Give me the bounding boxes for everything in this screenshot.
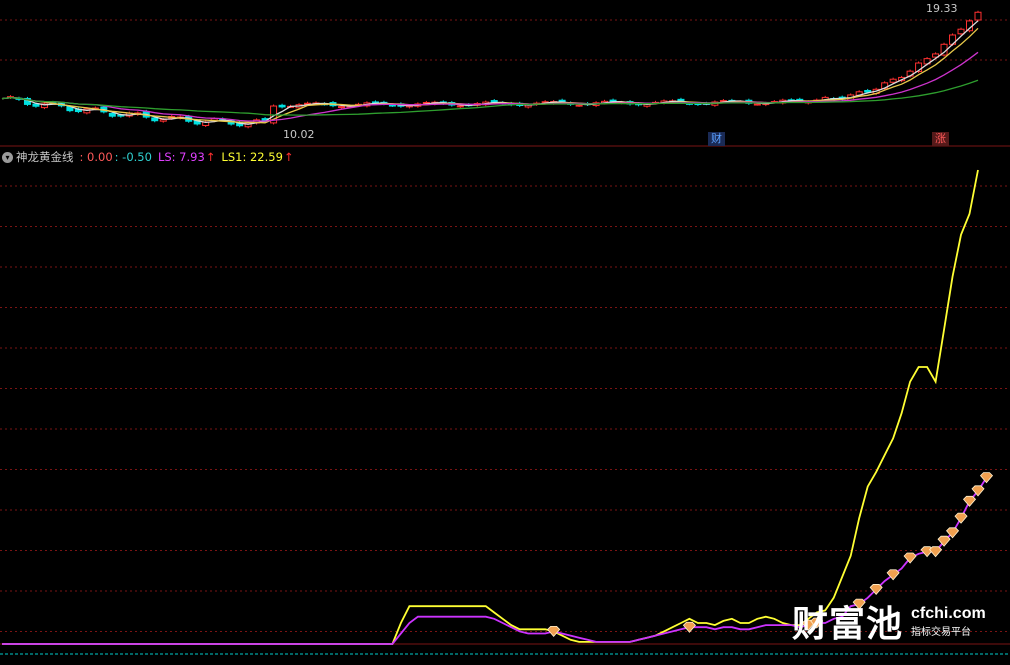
signal-diamond-icon — [954, 512, 968, 524]
signal-diamond-icon — [547, 626, 561, 638]
candle-body — [609, 99, 617, 102]
indicator-ls-label: LS: 7.93 — [157, 150, 205, 164]
candle-body — [151, 117, 159, 122]
ls1-line — [2, 169, 979, 645]
indicator-lines — [0, 169, 1010, 655]
watermark-domain: cfchi.com — [911, 604, 986, 622]
watermark: 财富池 cfchi.com 指标交易平台 — [792, 595, 986, 647]
candle-body — [278, 104, 286, 108]
ls-up-arrow-icon: ↑ — [205, 150, 216, 164]
ma-magenta-line — [1, 51, 979, 122]
chart-stage — [0, 0, 1010, 655]
indicator-ls1-label: LS1: 22.59 — [221, 150, 283, 164]
indicator-value-neg: : -0.50 — [114, 150, 152, 164]
indicator-header: ▾ 神龙黄金线 : 0.00 : -0.50 LS: 7.93 ↑ LS1: 2… — [0, 148, 300, 166]
signal-diamond-icon — [903, 552, 917, 564]
candle-body — [108, 112, 116, 117]
candle-body — [388, 104, 396, 107]
signal-diamond-icon — [937, 535, 951, 547]
moving-average-lines — [1, 20, 979, 125]
candle-body — [889, 78, 897, 83]
candle-body — [490, 100, 498, 103]
event-badge-zhang[interactable]: 涨 — [932, 132, 949, 146]
indicator-name[interactable]: 神龙黄金线 — [16, 149, 74, 165]
price-low-label: 10.02 — [283, 128, 315, 141]
price-high-label: 19.33 — [926, 2, 958, 15]
event-badge-cai[interactable]: 财 — [708, 132, 725, 146]
candle-body — [575, 104, 583, 107]
ma-green-line — [1, 79, 979, 116]
ls1-up-arrow-icon: ↑ — [283, 150, 294, 164]
indicator-value-zero: : 0.00 — [79, 150, 113, 164]
candlestick-series — [6, 10, 982, 129]
candle-body — [32, 103, 40, 107]
candle-body — [159, 119, 167, 122]
watermark-logo-text: 财富池 — [792, 603, 904, 645]
candle-body — [957, 28, 965, 35]
signal-diamond-icon — [979, 472, 994, 484]
signal-diamond-icon — [962, 495, 977, 507]
signal-diamond-icon — [682, 621, 696, 633]
signal-diamond-icon — [971, 485, 985, 497]
signal-diamond-icon — [929, 546, 943, 558]
candle-body — [456, 105, 464, 108]
watermark-tagline: 指标交易平台 — [911, 626, 972, 638]
candle-body — [753, 103, 761, 106]
candle-body — [974, 11, 982, 21]
candle-body — [337, 106, 345, 109]
collapse-toggle-icon[interactable]: ▾ — [2, 151, 13, 163]
